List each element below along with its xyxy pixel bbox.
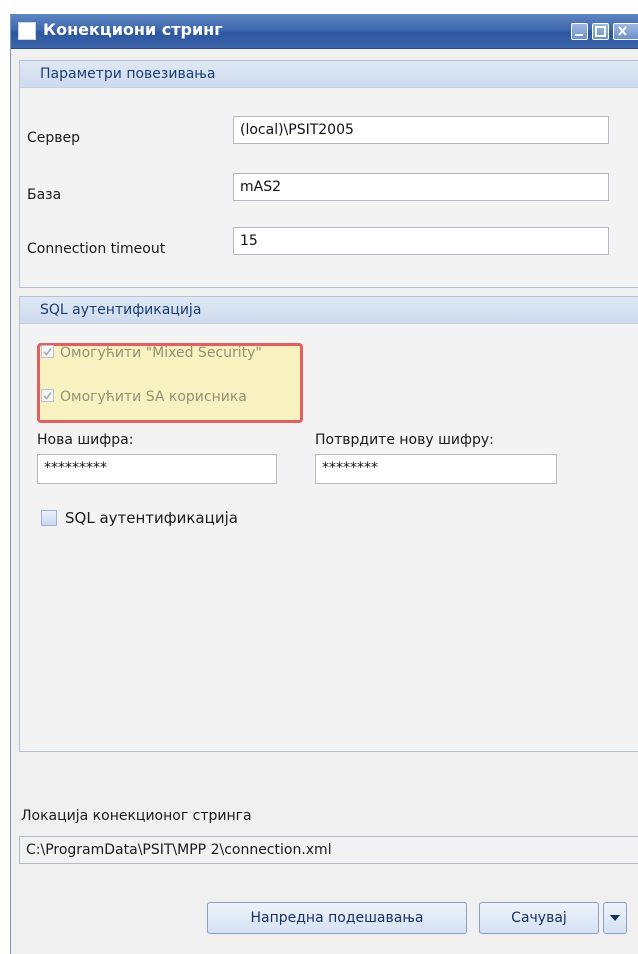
checkbox[interactable] [41,389,54,402]
title-bar[interactable]: Конекциони стринг [11,14,638,49]
location-path-field[interactable]: C:\ProgramData\PSIT\MPP 2\connection.xml [19,836,638,864]
checkbox[interactable] [41,510,57,526]
connection-params-header: Параметри повезивања [20,61,638,88]
database-input[interactable]: mAS2 [233,173,609,201]
window-title: Конекциони стринг [43,20,223,39]
mixed-security-label: Омогућити "Mixed Security" [60,345,262,361]
sql-auth-checkbox-label: SQL аутентификација [65,509,238,527]
timeout-input[interactable]: 15 [233,227,609,255]
close-icon [618,26,627,36]
sa-user-checkbox[interactable]: Омогућити SA корисника [41,389,247,405]
checkbox[interactable] [41,345,54,358]
confirm-password-input[interactable]: ******** [315,454,557,484]
close-button[interactable] [613,23,638,40]
advanced-settings-button[interactable]: Напредна подешавања [207,902,467,934]
minimize-icon [575,34,583,36]
confirm-password-label: Потврдите нову шифру: [315,432,494,448]
window-icon [18,22,36,40]
sql-auth-checkbox[interactable]: SQL аутентификација [41,509,238,527]
checkmark-icon [43,348,52,356]
save-button[interactable]: Сачувај [479,902,599,934]
server-input[interactable]: (local)\PSIT2005 [233,116,609,144]
sql-auth-header: SQL аутентификација [20,297,638,324]
mixed-security-checkbox[interactable]: Омогућити "Mixed Security" [41,345,262,361]
new-password-label: Нова шифра: [37,432,134,448]
database-label: База [27,187,62,203]
chevron-down-icon [610,915,620,921]
timeout-label: Connection timeout [27,241,166,257]
location-label: Локација конекционог стринга [21,808,252,824]
minimize-button[interactable] [571,23,588,40]
maximize-button[interactable] [592,23,609,40]
connection-string-window: Конекциони стринг Параметри повезивања С… [10,14,638,954]
server-label: Сервер [27,130,81,146]
checkmark-icon [43,392,52,400]
new-password-input[interactable]: ********* [37,454,277,484]
sa-user-label: Омогућити SA корисника [60,389,247,405]
maximize-icon [595,26,606,37]
save-dropdown-button[interactable] [603,902,627,934]
